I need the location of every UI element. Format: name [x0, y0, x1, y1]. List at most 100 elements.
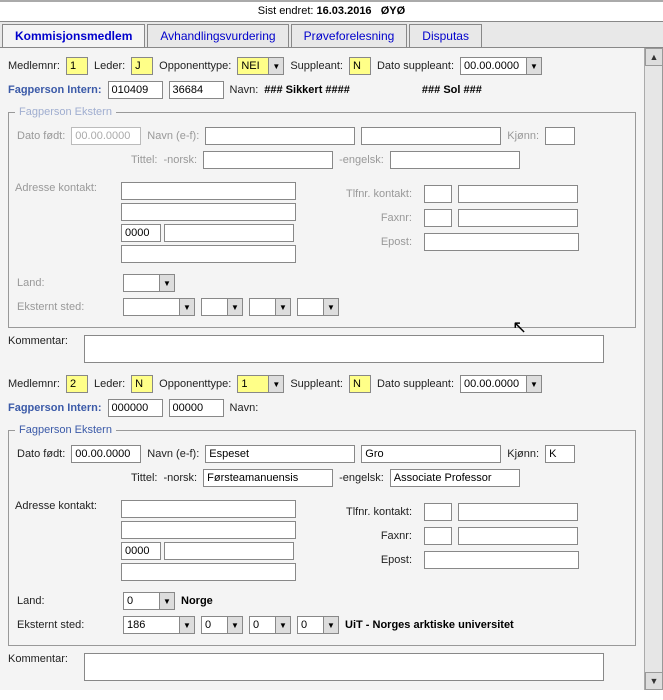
m2-kommentar-field[interactable]	[84, 653, 604, 681]
m1-dato-fodt-field[interactable]	[71, 127, 141, 145]
m2-ext-d[interactable]: ▼	[297, 616, 339, 634]
m1-navn-label: Navn:	[230, 84, 259, 96]
chevron-down-icon[interactable]: ▼	[227, 617, 242, 633]
m1-suppleant-field[interactable]	[349, 57, 371, 75]
m2-tittel-norsk-field[interactable]	[203, 469, 333, 487]
m1-tittel-norsk-field[interactable]	[203, 151, 333, 169]
m1-leder-field[interactable]	[131, 57, 153, 75]
m2-medlemnr-label: Medlemnr:	[8, 378, 60, 390]
m1-kjonn-label: Kjønn:	[507, 130, 539, 142]
m1-datosupp-dropdown[interactable]: ▼	[460, 57, 542, 75]
m1-opptype-dropdown[interactable]: ▼	[237, 57, 284, 75]
chevron-down-icon[interactable]: ▼	[179, 299, 194, 315]
tab-avhandlingsvurdering[interactable]: Avhandlingsvurdering	[147, 24, 288, 47]
m2-tlf[interactable]	[458, 503, 578, 521]
m1-opptype-value[interactable]	[238, 58, 268, 74]
m1-kjonn-field[interactable]	[545, 127, 575, 145]
header-last-modified: Sist endret: 16.03.2016 ØYØ	[0, 0, 663, 22]
m2-ext-a[interactable]: ▼	[123, 616, 195, 634]
m1-kommentar-field[interactable]	[84, 335, 604, 363]
m2-navn-e-field[interactable]	[205, 445, 355, 463]
m2-kommentar-label: Kommentar:	[8, 653, 78, 665]
m2-fax[interactable]	[458, 527, 578, 545]
chevron-down-icon[interactable]: ▼	[179, 617, 194, 633]
m2-poststed[interactable]	[164, 542, 294, 560]
m2-dato-fodt-field[interactable]	[71, 445, 141, 463]
tab-disputas[interactable]: Disputas	[409, 24, 482, 47]
m1-medlemnr-field[interactable]	[66, 57, 88, 75]
chevron-down-icon[interactable]: ▼	[159, 593, 174, 609]
m1-ext-a[interactable]: ▼	[123, 298, 195, 316]
m1-land-dropdown[interactable]: ▼	[123, 274, 175, 292]
m2-kjonn-label: Kjønn:	[507, 448, 539, 460]
m2-medlemnr-field[interactable]	[66, 375, 88, 393]
m1-fax-label: Faxnr:	[338, 212, 418, 224]
m1-datosupp-value[interactable]	[461, 58, 526, 74]
scroll-up-icon[interactable]: ▲	[645, 48, 663, 66]
chevron-down-icon[interactable]: ▼	[275, 617, 290, 633]
chevron-down-icon[interactable]: ▼	[227, 299, 242, 315]
chevron-down-icon[interactable]: ▼	[323, 299, 338, 315]
m2-epost[interactable]	[424, 551, 579, 569]
vertical-scrollbar[interactable]: ▲ ▼	[644, 48, 662, 690]
chevron-down-icon[interactable]: ▼	[268, 58, 283, 74]
m2-fagperson-intern-a[interactable]	[108, 399, 163, 417]
m2-suppleant-label: Suppleant:	[290, 378, 343, 390]
m1-ext-c[interactable]: ▼	[249, 298, 291, 316]
m2-opptype-dropdown[interactable]: ▼	[237, 375, 284, 393]
m1-fagperson-intern-a[interactable]	[108, 81, 163, 99]
m1-fax-land[interactable]	[424, 209, 452, 227]
m1-tlf-land[interactable]	[424, 185, 452, 203]
m2-fagperson-intern-b[interactable]	[169, 399, 224, 417]
chevron-down-icon[interactable]: ▼	[159, 275, 174, 291]
m2-datosupp-value[interactable]	[461, 376, 526, 392]
m1-eksternt-label: Eksternt sted:	[17, 301, 117, 313]
m2-adresse-2[interactable]	[121, 521, 296, 539]
m2-land-dropdown[interactable]: ▼	[123, 592, 175, 610]
m2-tittel-eng-label: -engelsk:	[339, 472, 384, 484]
m1-adresse-4[interactable]	[121, 245, 296, 263]
m2-datosupp-dropdown[interactable]: ▼	[460, 375, 542, 393]
m2-fax-land[interactable]	[424, 527, 452, 545]
sist-endret-date: 16.03.2016	[317, 5, 372, 17]
m2-postnr[interactable]	[121, 542, 161, 560]
m2-ext-b[interactable]: ▼	[201, 616, 243, 634]
m2-suppleant-field[interactable]	[349, 375, 371, 393]
m1-adresse-1[interactable]	[121, 182, 296, 200]
m1-navn-e-field[interactable]	[205, 127, 355, 145]
tab-proveforelesning[interactable]: Prøveforelesning	[291, 24, 408, 47]
m1-epost[interactable]	[424, 233, 579, 251]
m1-fax[interactable]	[458, 209, 578, 227]
m2-tittel-norsk-label: -norsk:	[164, 472, 198, 484]
m1-land-value[interactable]	[124, 275, 159, 291]
chevron-down-icon[interactable]: ▼	[526, 376, 541, 392]
m1-land-label: Land:	[17, 277, 117, 289]
m1-poststed[interactable]	[164, 224, 294, 242]
m1-ext-d[interactable]: ▼	[297, 298, 339, 316]
chevron-down-icon[interactable]: ▼	[526, 58, 541, 74]
m2-ext-c[interactable]: ▼	[249, 616, 291, 634]
m2-kjonn-field[interactable]	[545, 445, 575, 463]
m2-adresse-1[interactable]	[121, 500, 296, 518]
m1-ext-b[interactable]: ▼	[201, 298, 243, 316]
m2-adresse-4[interactable]	[121, 563, 296, 581]
m1-fagperson-intern-b[interactable]	[169, 81, 224, 99]
scroll-down-icon[interactable]: ▼	[645, 672, 663, 690]
tab-kommisjonsmedlem[interactable]: Kommisjonsmedlem	[2, 24, 145, 47]
m2-land-text: Norge	[181, 595, 213, 607]
m1-tittel-eng-field[interactable]	[390, 151, 520, 169]
m1-tlf[interactable]	[458, 185, 578, 203]
m1-tittel-norsk-label: -norsk:	[164, 154, 198, 166]
m2-opptype-value[interactable]	[238, 376, 268, 392]
chevron-down-icon[interactable]: ▼	[323, 617, 338, 633]
m2-leder-field[interactable]	[131, 375, 153, 393]
chevron-down-icon[interactable]: ▼	[268, 376, 283, 392]
chevron-down-icon[interactable]: ▼	[275, 299, 290, 315]
m2-tlf-land[interactable]	[424, 503, 452, 521]
m1-navn-f-field[interactable]	[361, 127, 501, 145]
m2-land-value[interactable]	[124, 593, 159, 609]
m2-navn-f-field[interactable]	[361, 445, 501, 463]
m2-tittel-eng-field[interactable]	[390, 469, 520, 487]
m1-adresse-2[interactable]	[121, 203, 296, 221]
m1-postnr[interactable]	[121, 224, 161, 242]
